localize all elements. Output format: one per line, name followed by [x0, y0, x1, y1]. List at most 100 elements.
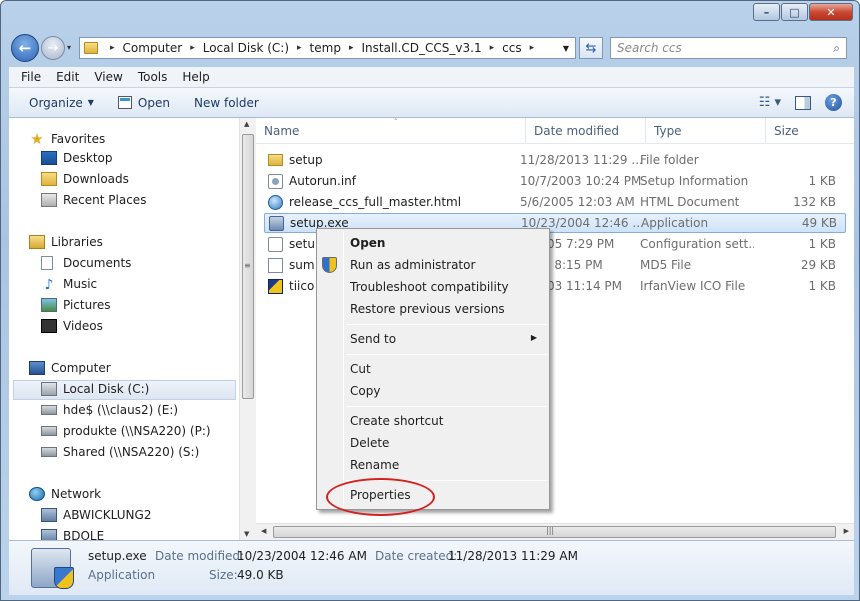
details-size-value: 49.0 KB: [237, 568, 284, 582]
nav-produkte-drive[interactable]: produkte (\\NSA220) (P:): [41, 424, 211, 438]
setup-info-file-icon: [268, 173, 283, 189]
menu-item-open[interactable]: Open: [350, 233, 385, 253]
column-header-type[interactable]: Type: [646, 118, 766, 144]
context-menu: Open Run as administrator Troubleshoot c…: [316, 228, 550, 510]
open-button[interactable]: Open: [117, 96, 170, 110]
refresh-icon[interactable]: ⇆: [579, 37, 603, 59]
nav-libraries[interactable]: Libraries: [29, 235, 103, 249]
file-type: IrfanView ICO File: [640, 279, 746, 293]
menu-item-copy[interactable]: Copy: [350, 381, 380, 401]
breadcrumb-chevron-icon[interactable]: ▸: [530, 43, 535, 53]
md5-file-icon: [268, 257, 283, 273]
change-view-icon[interactable]: ☷ ▾: [759, 95, 781, 110]
nav-label: Computer: [51, 361, 111, 375]
menu-item-create-shortcut[interactable]: Create shortcut: [350, 411, 443, 431]
nav-music[interactable]: ♪ Music: [41, 277, 98, 293]
scroll-up-icon[interactable]: ▲: [244, 120, 249, 128]
details-modified-value: 10/23/2004 12:46 AM: [237, 549, 367, 563]
menu-tools[interactable]: Tools: [138, 70, 168, 84]
column-header-size[interactable]: Size: [766, 118, 854, 144]
file-row[interactable]: Autorun.inf 10/7/2003 10:24 PM Setup Inf…: [264, 171, 846, 191]
new-folder-button[interactable]: New folder: [194, 96, 259, 110]
menu-view[interactable]: View: [94, 70, 122, 84]
column-headers: Name Date modified Type Size: [256, 118, 854, 144]
nav-local-disk[interactable]: Local Disk (C:): [41, 382, 149, 396]
menu-help[interactable]: Help: [182, 70, 209, 84]
breadcrumb-ccs[interactable]: ccs: [502, 41, 521, 55]
nav-network[interactable]: Network: [29, 487, 101, 501]
nav-hde-drive[interactable]: hde$ (\\claus2) (E:): [41, 403, 178, 417]
menu-item-run-as-admin[interactable]: Run as administrator: [350, 255, 475, 275]
nav-recent-places[interactable]: Recent Places: [41, 193, 146, 207]
menu-item-delete[interactable]: Delete: [350, 433, 389, 453]
menu-item-send-to[interactable]: Send to: [350, 329, 396, 349]
search-placeholder: Search ccs: [617, 41, 682, 55]
menu-item-rename[interactable]: Rename: [350, 455, 399, 475]
recent-pages-dropdown-icon[interactable]: ▾: [67, 43, 71, 52]
file-name: release_ccs_full_master.html: [289, 195, 462, 209]
menu-item-troubleshoot[interactable]: Troubleshoot compatibility: [350, 277, 509, 297]
network-computer-icon: [41, 508, 57, 522]
column-header-name[interactable]: Name: [256, 118, 526, 144]
nav-downloads[interactable]: Downloads: [41, 172, 129, 186]
file-row[interactable]: release_ccs_full_master.html 5/6/2005 12…: [264, 192, 846, 212]
address-bar[interactable]: ▸ Computer ▸ Local Disk (C:) ▸ temp ▸ In…: [79, 37, 576, 59]
menu-item-restore-versions[interactable]: Restore previous versions: [350, 299, 505, 319]
nav-computer[interactable]: Computer: [29, 361, 111, 375]
back-arrow-icon[interactable]: ←: [11, 34, 39, 62]
nav-videos[interactable]: Videos: [41, 319, 103, 333]
breadcrumb-chevron-icon[interactable]: ▸: [349, 43, 354, 53]
column-header-date-modified[interactable]: Date modified: [526, 118, 646, 144]
network-globe-icon: [29, 487, 45, 501]
nav-shared-drive[interactable]: Shared (\\NSA220) (S:): [41, 445, 199, 459]
nav-abwicklung2[interactable]: ABWICKLUNG2: [41, 508, 151, 522]
menu-file[interactable]: File: [21, 70, 41, 84]
forward-arrow-icon[interactable]: →: [41, 36, 65, 60]
nav-label: Downloads: [63, 172, 129, 186]
scroll-right-icon[interactable]: ▶: [844, 527, 849, 535]
file-type: Setup Information: [640, 174, 749, 188]
file-size: 1 KB: [808, 237, 836, 251]
minimize-icon[interactable]: –: [753, 3, 780, 21]
breadcrumb-chevron-icon[interactable]: ▸: [190, 43, 195, 53]
nav-favorites[interactable]: ★ Favorites: [29, 130, 105, 148]
preview-pane-icon[interactable]: [795, 95, 811, 110]
application-icon: [269, 215, 284, 231]
files-horizontal-scrollbar[interactable]: ◀ ||| ▶: [256, 523, 854, 540]
close-icon[interactable]: ✕: [809, 3, 853, 21]
address-dropdown-icon[interactable]: ▼: [563, 44, 569, 53]
nav-desktop[interactable]: Desktop: [41, 151, 113, 165]
menu-separator: [346, 354, 547, 355]
breadcrumb-chevron-icon[interactable]: ▸: [490, 43, 495, 53]
maximize-icon[interactable]: □: [781, 3, 808, 21]
breadcrumb-chevron-icon[interactable]: ▸: [110, 43, 115, 53]
file-type: File folder: [640, 153, 699, 167]
breadcrumb-chevron-icon[interactable]: ▸: [297, 43, 302, 53]
breadcrumb: ▸ Computer ▸ Local Disk (C:) ▸ temp ▸ In…: [102, 41, 542, 55]
nav-pictures[interactable]: Pictures: [41, 298, 111, 312]
file-type: MD5 File: [640, 258, 692, 272]
search-input[interactable]: Search ccs ⌕: [610, 37, 847, 59]
breadcrumb-install-cd[interactable]: Install.CD_CCS_v3.1: [361, 41, 481, 55]
help-icon[interactable]: ?: [825, 94, 842, 111]
nav-vertical-scrollbar[interactable]: ▲ ≡ ▼: [239, 118, 256, 540]
nav-label: BDOLE: [63, 529, 105, 540]
menu-edit[interactable]: Edit: [56, 70, 79, 84]
scroll-thumb[interactable]: [273, 526, 836, 538]
pane-splitter-grip[interactable]: ≡: [244, 261, 251, 270]
organize-button[interactable]: Organize ▼: [29, 96, 94, 110]
breadcrumb-temp[interactable]: temp: [310, 41, 341, 55]
search-icon[interactable]: ⌕: [833, 41, 840, 56]
nav-documents[interactable]: Documents: [41, 256, 131, 270]
file-row[interactable]: setup 11/28/2013 11:29 ... File folder: [264, 150, 846, 170]
nav-bdole[interactable]: BDOLE: [41, 529, 104, 540]
nav-label: Favorites: [51, 132, 106, 146]
breadcrumb-computer[interactable]: Computer: [123, 41, 183, 55]
file-name: tiico: [289, 279, 315, 293]
details-pane: setup.exe Application Date modified: 10/…: [9, 540, 854, 595]
folder-icon: [84, 42, 98, 54]
menu-item-cut[interactable]: Cut: [350, 359, 371, 379]
scroll-left-icon[interactable]: ◀: [261, 527, 266, 535]
scroll-down-icon[interactable]: ▼: [244, 530, 249, 538]
breadcrumb-local-disk[interactable]: Local Disk (C:): [203, 41, 289, 55]
